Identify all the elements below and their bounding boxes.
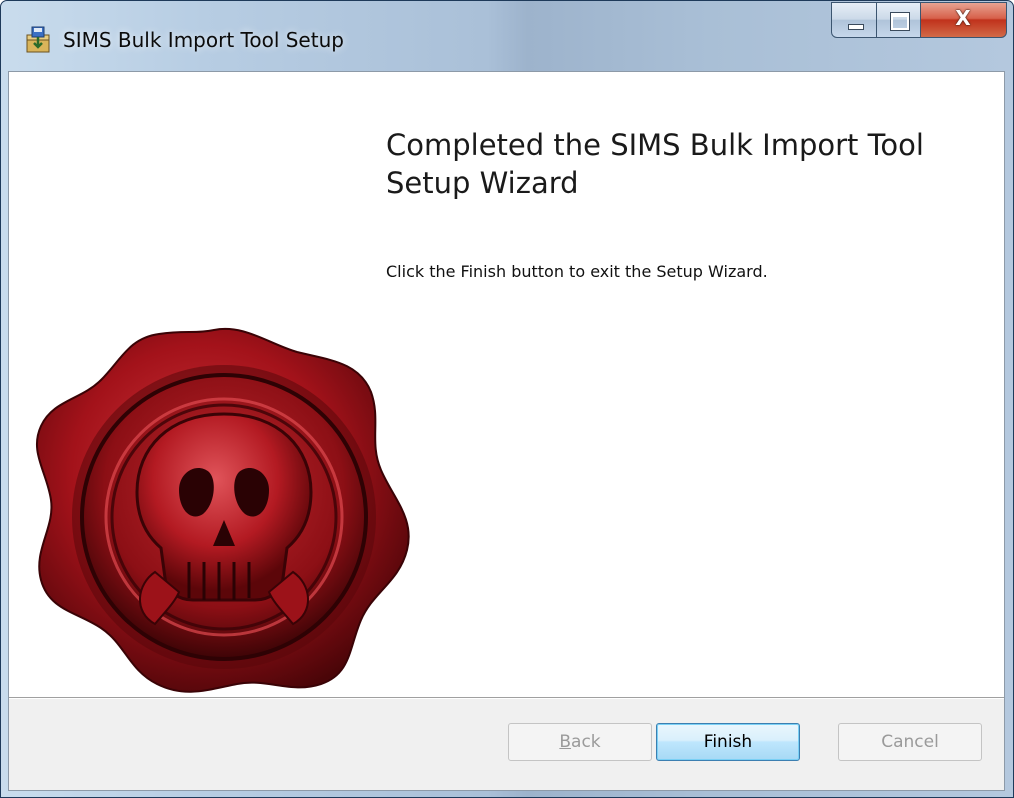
maximize-button[interactable]	[877, 2, 921, 38]
wizard-description: Click the Finish button to exit the Setu…	[386, 262, 768, 281]
back-button-label: ack	[571, 732, 601, 752]
setup-window: SIMS Bulk Import Tool Setup X Completed …	[0, 0, 1014, 798]
wizard-heading: Completed the SIMS Bulk Import Tool Setu…	[386, 128, 924, 200]
cancel-button[interactable]: Cancel	[838, 723, 982, 761]
minimize-icon	[848, 24, 864, 30]
maximize-icon	[890, 12, 910, 31]
wizard-main-panel: Completed the SIMS Bulk Import Tool Setu…	[9, 72, 1004, 697]
close-icon: X	[955, 6, 971, 30]
title-bar[interactable]: SIMS Bulk Import Tool Setup X	[1, 1, 1013, 71]
close-button[interactable]: X	[921, 2, 1007, 38]
minimize-button[interactable]	[831, 2, 877, 38]
wax-seal-skull-image	[36, 327, 410, 693]
back-button[interactable]: Back	[508, 723, 652, 761]
installer-package-icon	[26, 26, 50, 53]
finish-button[interactable]: Finish	[656, 723, 800, 761]
back-button-mnemonic: B	[559, 732, 572, 752]
window-title: SIMS Bulk Import Tool Setup	[63, 28, 344, 52]
caption-buttons: X	[831, 2, 1007, 40]
button-bar: Back Finish Cancel	[9, 699, 1004, 790]
wizard-client-area: Completed the SIMS Bulk Import Tool Setu…	[8, 71, 1005, 791]
